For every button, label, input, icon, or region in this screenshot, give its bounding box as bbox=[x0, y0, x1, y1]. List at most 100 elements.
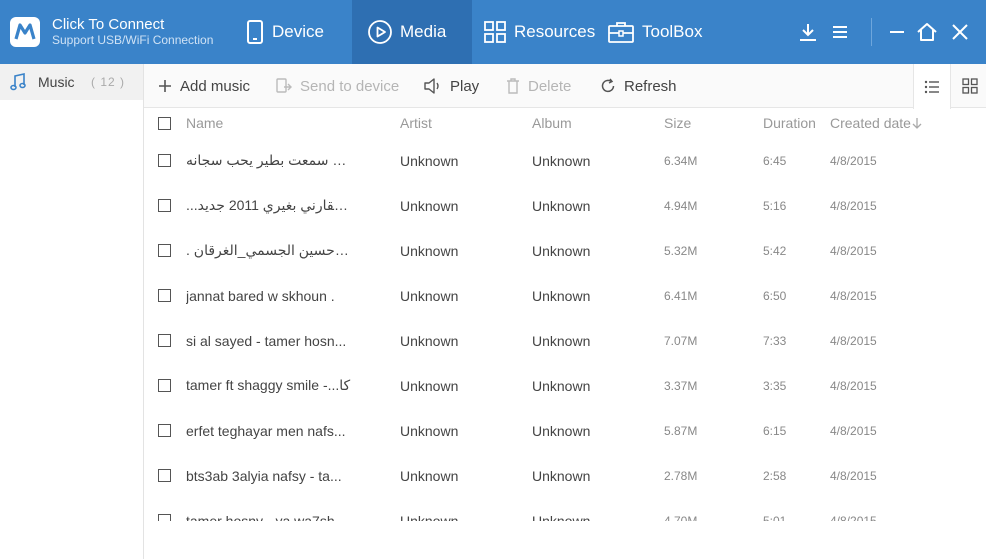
track-name: . المهندس_حسين الجسمي_الغرقان bbox=[186, 242, 351, 258]
tab-resources-label: Resources bbox=[514, 22, 596, 41]
row-checkbox[interactable] bbox=[158, 289, 171, 302]
close-icon[interactable] bbox=[948, 20, 972, 44]
track-duration: 5:01 bbox=[763, 513, 787, 522]
refresh-icon bbox=[601, 78, 615, 93]
play-button[interactable]: Play bbox=[424, 64, 479, 108]
track-size: 7.07M bbox=[664, 333, 698, 348]
home-icon[interactable] bbox=[915, 20, 939, 44]
select-all-checkbox[interactable] bbox=[158, 116, 171, 130]
tab-device-label: Device bbox=[272, 22, 324, 41]
minimize-icon[interactable] bbox=[885, 20, 909, 44]
toolbar: Add music Send to device Play Delete Ref… bbox=[144, 64, 986, 109]
column-album[interactable]: Album bbox=[532, 115, 572, 131]
column-duration[interactable]: Duration bbox=[763, 115, 816, 131]
speaker-icon bbox=[424, 78, 439, 94]
header-divider bbox=[871, 18, 872, 46]
track-artist: Unknown bbox=[400, 287, 459, 304]
menu-icon[interactable] bbox=[828, 20, 852, 44]
table-row[interactable]: bts3ab 3alyia nafsy - ta... Unknown Unknow… bbox=[144, 453, 986, 498]
download-icon[interactable] bbox=[796, 20, 820, 44]
column-name[interactable]: Name bbox=[186, 115, 351, 131]
phone-icon bbox=[247, 20, 263, 44]
track-created-date: 4/8/2015 bbox=[830, 288, 877, 303]
track-duration: 7:33 bbox=[763, 333, 787, 348]
refresh-button[interactable]: Refresh bbox=[600, 64, 677, 108]
track-name: erfet teghayar men nafs... bbox=[186, 422, 346, 439]
track-name: si al sayed - tamer hosn... bbox=[186, 332, 347, 349]
track-artist: Unknown bbox=[400, 377, 459, 394]
grid-icon bbox=[484, 21, 506, 43]
track-created-date: 4/8/2015 bbox=[830, 333, 877, 348]
tab-resources[interactable]: Resources bbox=[484, 0, 595, 64]
connect-title: Click To Connect bbox=[52, 16, 165, 33]
track-album: Unknown bbox=[532, 422, 591, 439]
track-artist: Unknown bbox=[400, 422, 459, 439]
tab-media-label: Media bbox=[400, 22, 447, 41]
top-bar: Click To Connect Support USB/WiFi Connec… bbox=[0, 0, 986, 64]
track-name: عمرك سمعت بطير يحب سجانه - bbox=[186, 152, 351, 168]
track-duration: 6:45 bbox=[763, 153, 787, 168]
track-duration: 5:16 bbox=[763, 198, 787, 213]
send-to-device-icon bbox=[276, 78, 292, 93]
send-to-device-button[interactable]: Send to device bbox=[276, 64, 399, 108]
grid-view-icon bbox=[962, 78, 978, 94]
list-view-button[interactable] bbox=[913, 64, 951, 109]
track-duration: 3:35 bbox=[763, 378, 787, 393]
table-row[interactable]: si al sayed - tamer hosn... Unknown Unknow… bbox=[144, 318, 986, 363]
grid-view-button[interactable] bbox=[951, 64, 986, 108]
row-checkbox[interactable] bbox=[158, 424, 171, 437]
column-created-date[interactable]: Created date bbox=[830, 115, 911, 131]
delete-button[interactable]: Delete bbox=[506, 64, 571, 108]
tab-device[interactable]: Device bbox=[246, 0, 324, 64]
column-artist[interactable]: Artist bbox=[400, 115, 432, 131]
row-checkbox[interactable] bbox=[158, 469, 171, 482]
track-name: bts3ab 3alyia nafsy - ta... bbox=[186, 467, 342, 484]
music-note-icon bbox=[10, 73, 26, 91]
list-view-icon bbox=[924, 80, 939, 93]
row-checkbox[interactable] bbox=[158, 154, 171, 167]
track-created-date: 4/8/2015 bbox=[830, 243, 877, 258]
trash-icon bbox=[507, 78, 519, 94]
table-row[interactable]: tamer hosny - ya wa7sh... Unknown Unknown 4… bbox=[144, 498, 986, 521]
track-created-date: 4/8/2015 bbox=[830, 198, 877, 213]
row-checkbox[interactable] bbox=[158, 334, 171, 347]
table-row[interactable]: erfet teghayar men nafs... Unknown Unknown… bbox=[144, 408, 986, 453]
table-header: Name Artist Album Size Duration Created … bbox=[144, 108, 986, 138]
track-size: 2.78M bbox=[664, 468, 698, 483]
track-duration: 5:42 bbox=[763, 243, 787, 258]
track-name: tamer hosny - ya wa7sh... bbox=[186, 512, 347, 522]
track-artist: Unknown bbox=[400, 332, 459, 349]
connect-subtitle: Support USB/WiFi Connection bbox=[52, 33, 214, 47]
connect-brand[interactable]: Click To Connect Support USB/WiFi Connec… bbox=[10, 16, 213, 47]
sidebar: Music ( 12 ) bbox=[0, 64, 144, 559]
refresh-label: Refresh bbox=[624, 77, 677, 95]
plus-icon bbox=[159, 80, 171, 92]
track-size: 4.94M bbox=[664, 198, 698, 213]
column-size[interactable]: Size bbox=[664, 115, 691, 131]
track-name: jannat bared w skhoun . bbox=[186, 287, 335, 304]
table-row[interactable]: . المهندس_حسين الجسمي_الغرقان Unknown Unkn… bbox=[144, 228, 986, 273]
table-row[interactable]: ...ة - لاتقارني بغيري 2011 جديد Unknown Un… bbox=[144, 183, 986, 228]
track-album: Unknown bbox=[532, 377, 591, 394]
table-row[interactable]: tamer ft shaggy smile -...كا Unknown Unkno… bbox=[144, 363, 986, 408]
tab-media[interactable]: Media bbox=[352, 0, 472, 64]
row-checkbox[interactable] bbox=[158, 514, 171, 521]
track-album: Unknown bbox=[532, 467, 591, 484]
track-album: Unknown bbox=[532, 242, 591, 259]
toolbox-icon bbox=[608, 22, 634, 43]
row-checkbox[interactable] bbox=[158, 199, 171, 212]
table-row[interactable]: jannat bared w skhoun . Unknown Unknown 6.4… bbox=[144, 273, 986, 318]
tab-toolbox[interactable]: ToolBox bbox=[608, 0, 702, 64]
track-name: tamer ft shaggy smile -...كا bbox=[186, 377, 351, 393]
track-created-date: 4/8/2015 bbox=[830, 423, 877, 438]
row-checkbox[interactable] bbox=[158, 244, 171, 257]
play-label: Play bbox=[450, 77, 480, 95]
sidebar-item-music[interactable]: Music ( 12 ) bbox=[0, 64, 143, 100]
track-album: Unknown bbox=[532, 197, 591, 214]
add-music-button[interactable]: Add music bbox=[158, 64, 250, 108]
track-size: 5.32M bbox=[664, 243, 698, 258]
track-duration: 2:58 bbox=[763, 468, 787, 483]
track-artist: Unknown bbox=[400, 467, 459, 484]
table-row[interactable]: عمرك سمعت بطير يحب سجانه - Unknown Unknown… bbox=[144, 138, 986, 183]
row-checkbox[interactable] bbox=[158, 379, 171, 392]
